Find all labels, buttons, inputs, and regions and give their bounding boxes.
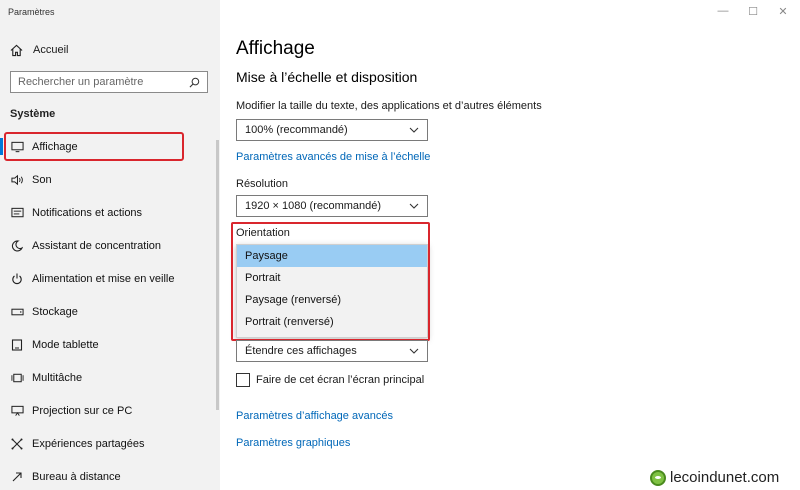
search-icon[interactable]	[189, 77, 200, 88]
main-display-label: Faire de cet écran l’écran principal	[256, 374, 425, 386]
home-icon	[10, 44, 23, 56]
sidebar-item-son[interactable]: Son	[0, 163, 220, 196]
sidebar-item-concentration[interactable]: Assistant de concentration	[0, 229, 220, 262]
advanced-scale-link[interactable]: Paramètres avancés de mise à l’échelle	[236, 151, 430, 163]
orientation-option-paysage[interactable]: Paysage	[237, 245, 427, 267]
multi-display-select[interactable]: Étendre ces affichages	[236, 340, 428, 362]
sidebar-scrollbar[interactable]	[216, 140, 219, 410]
section-title: Mise à l’échelle et disposition	[236, 69, 418, 85]
storage-icon	[10, 305, 24, 319]
sidebar-item-label: Projection sur ce PC	[32, 404, 133, 417]
resolution-label: Résolution	[236, 178, 288, 190]
page-title: Affichage	[236, 38, 315, 59]
monitor-icon	[10, 140, 24, 154]
sidebar-item-label: Mode tablette	[32, 338, 99, 351]
sidebar-item-stockage[interactable]: Stockage	[0, 295, 220, 328]
tablet-icon	[10, 338, 24, 352]
maximize-button[interactable]: ☐	[738, 4, 768, 18]
watermark: lecoindunet.com	[650, 469, 779, 486]
orientation-label: Orientation	[236, 227, 290, 239]
sidebar-item-notifications[interactable]: Notifications et actions	[0, 196, 220, 229]
main-display-checkbox[interactable]	[236, 373, 250, 387]
sidebar-item-label: Multitâche	[32, 371, 83, 384]
speaker-icon	[10, 173, 24, 187]
sidebar-item-label: Assistant de concentration	[32, 239, 162, 252]
minimize-button[interactable]: —	[708, 4, 738, 18]
orientation-option-paysage-renverse[interactable]: Paysage (renversé)	[237, 289, 427, 311]
sidebar-item-label: Expériences partagées	[32, 437, 145, 450]
scale-label: Modifier la taille du texte, des applica…	[236, 100, 542, 112]
remote-icon	[10, 470, 24, 484]
graphics-settings-link[interactable]: Paramètres graphiques	[236, 437, 350, 449]
advanced-display-link[interactable]: Paramètres d’affichage avancés	[236, 410, 393, 422]
sidebar-nav: Affichage Son Notifications et actions A…	[0, 130, 220, 490]
chevron-down-icon	[409, 127, 419, 133]
scale-select[interactable]: 100% (recommandé)	[236, 119, 428, 141]
sidebar-item-label: Affichage	[32, 140, 78, 153]
orientation-option-portrait-renverse[interactable]: Portrait (renversé)	[237, 311, 427, 333]
sidebar-item-projection[interactable]: Projection sur ce PC	[0, 394, 220, 427]
close-button[interactable]: ✕	[768, 4, 798, 18]
sidebar-item-multitache[interactable]: Multitâche	[0, 361, 220, 394]
sidebar-item-affichage[interactable]: Affichage	[0, 130, 220, 163]
scale-value: 100% (recommandé)	[245, 124, 348, 136]
orientation-option-portrait[interactable]: Portrait	[237, 267, 427, 289]
watermark-logo-icon	[650, 469, 666, 486]
app-title: Paramètres	[8, 7, 55, 17]
sidebar-item-label: Alimentation et mise en veille	[32, 272, 175, 285]
sidebar-item-label: Notifications et actions	[32, 206, 143, 219]
section-label: Système	[10, 108, 56, 120]
sidebar-item-tablette[interactable]: Mode tablette	[0, 328, 220, 361]
share-icon	[10, 437, 24, 451]
sidebar-item-label: Bureau à distance	[32, 470, 121, 483]
sidebar-item-bureau-distance[interactable]: Bureau à distance	[0, 460, 220, 490]
moon-icon	[10, 239, 24, 253]
resolution-select[interactable]: 1920 × 1080 (recommandé)	[236, 195, 428, 217]
main-display-row[interactable]: Faire de cet écran l’écran principal	[236, 373, 424, 387]
chevron-down-icon	[409, 348, 419, 354]
home-link[interactable]: Accueil	[10, 42, 68, 58]
orientation-dropdown[interactable]: Paysage Portrait Paysage (renversé) Port…	[236, 244, 428, 338]
projection-icon	[10, 404, 24, 418]
sidebar-item-experiences[interactable]: Expériences partagées	[0, 427, 220, 460]
resolution-value: 1920 × 1080 (recommandé)	[245, 200, 382, 212]
watermark-text: lecoindunet.com	[670, 469, 780, 486]
search-input[interactable]	[18, 76, 188, 88]
multi-display-value: Étendre ces affichages	[245, 345, 357, 357]
chevron-down-icon	[409, 203, 419, 209]
notification-icon	[10, 206, 24, 220]
multitask-icon	[10, 371, 24, 385]
search-box[interactable]	[10, 71, 208, 93]
sidebar-item-label: Stockage	[32, 305, 78, 318]
sidebar-item-label: Son	[32, 173, 52, 186]
home-label: Accueil	[33, 44, 69, 56]
sidebar-item-alimentation[interactable]: Alimentation et mise en veille	[0, 262, 220, 295]
sidebar: Paramètres Accueil Système Affichage Son…	[0, 0, 220, 490]
power-icon	[10, 272, 24, 286]
